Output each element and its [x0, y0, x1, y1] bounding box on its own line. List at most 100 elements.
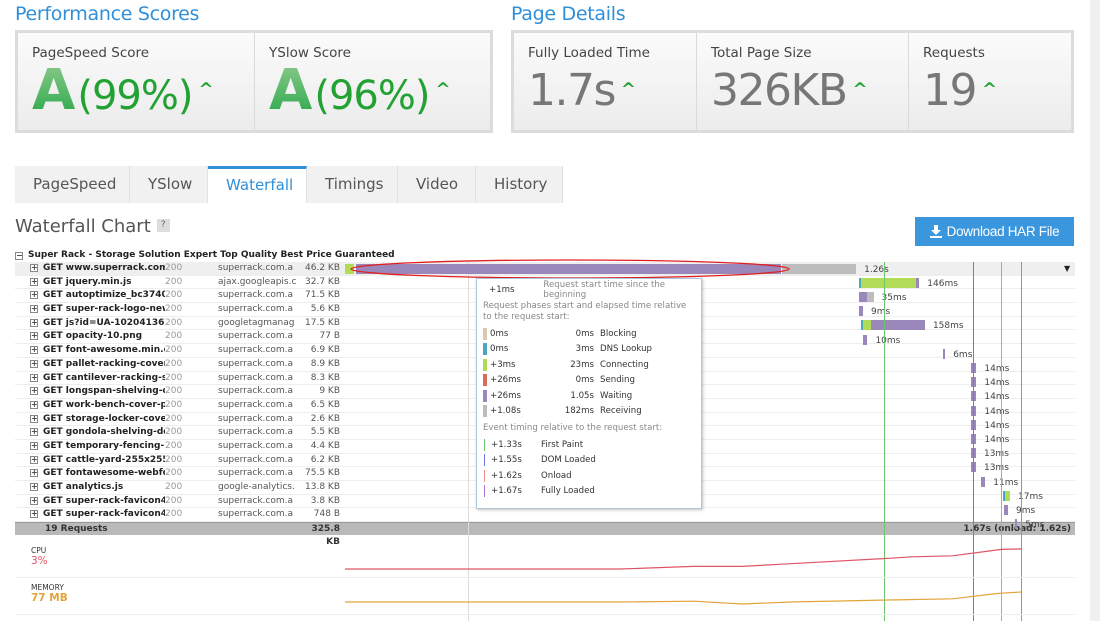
event-time: +1.67s [491, 486, 522, 497]
request-url[interactable]: + GET fontawesome-webfont.w [15, 467, 165, 480]
expand-icon[interactable]: + [30, 483, 38, 491]
request-size: 71.5 KB [305, 290, 340, 301]
tab-yslow[interactable]: YSlow [130, 166, 208, 203]
expand-icon[interactable]: + [30, 373, 38, 382]
pagespeed-grade: A [32, 58, 76, 123]
request-url[interactable]: + GET super-rack-favicon4-32x [15, 508, 165, 521]
tooltip-event-row: +1.62s Onload [483, 468, 695, 484]
request-url[interactable]: + GET work-bench-cover-pic.jp [15, 399, 165, 412]
expand-icon[interactable]: + [30, 414, 38, 423]
totals-row: 19 Requests 325.8 KB 1.67s (onload: 1.62… [15, 522, 1075, 548]
request-url[interactable]: + GET www.superrack.com.au [15, 262, 165, 275]
request-size: 46.2 KB [305, 263, 340, 273]
yslow-score-card: YSlow Score A (96%) ^ [255, 33, 490, 130]
request-url[interactable]: + GET js?id=UA-102041368-1 [15, 317, 165, 330]
expand-icon[interactable]: + [30, 428, 38, 437]
request-domain: superrack.com.a [218, 509, 294, 520]
tab-pagespeed[interactable]: PageSpeed [15, 166, 130, 203]
tab-timings[interactable]: Timings [307, 166, 398, 203]
request-url[interactable]: + GET opacity-10.png [15, 330, 165, 343]
request-url[interactable]: + GET super-rack-logo-new.jpg [15, 303, 165, 316]
expand-icon[interactable]: + [30, 264, 38, 272]
request-url-text: GET gondola-shelving-double [43, 427, 165, 438]
phase-start: +3ms [490, 359, 516, 370]
expand-icon[interactable]: + [30, 455, 38, 464]
tab-history[interactable]: History [476, 166, 563, 203]
total-size: 325.8 KB [311, 524, 340, 548]
request-url-text: GET temporary-fencing-pane [43, 440, 165, 451]
request-domain: superrack.com.a [218, 304, 294, 315]
event-name: Onload [541, 470, 572, 481]
expand-icon[interactable]: + [30, 496, 38, 505]
request-url[interactable]: + GET super-rack-favicon4-192 [15, 495, 165, 508]
request-url[interactable]: + GET pallet-racking-cover-pic. [15, 358, 165, 371]
tooltip-event-row: +1.55s DOM Loaded [483, 453, 695, 469]
expand-icon[interactable]: + [30, 400, 38, 409]
phase-duration: 182ms [564, 406, 594, 417]
request-size: 4.4 KB [310, 440, 340, 451]
waterfall-title-text: Waterfall Chart [15, 216, 151, 237]
page-scrollbar[interactable] [1090, 0, 1100, 621]
download-har-button[interactable]: Download HAR File [915, 217, 1074, 246]
request-url-text: GET longspan-shelving-cover [43, 386, 165, 397]
tooltip-phase-row: +1.08s 182ms Receiving [483, 404, 695, 420]
request-url[interactable]: + GET temporary-fencing-pane [15, 440, 165, 453]
performance-scores-panel: PageSpeed Score A (99%) ^ YSlow Score A … [15, 30, 493, 133]
request-status: 200 [165, 413, 183, 424]
request-status: 200 [165, 290, 183, 301]
page-title: Super Rack - Storage Solution Expert Top… [28, 250, 395, 260]
expand-icon[interactable]: + [30, 291, 38, 300]
tab-video[interactable]: Video [398, 166, 476, 203]
page-group-header[interactable]: − Super Rack - Storage Solution Expert T… [15, 249, 1075, 262]
expand-icon[interactable]: + [30, 346, 38, 355]
expand-icon[interactable]: + [30, 387, 38, 396]
collapse-icon[interactable]: − [15, 251, 23, 260]
expand-icon[interactable]: + [30, 441, 38, 450]
phase-name: Sending [600, 375, 635, 386]
request-status: 200 [165, 358, 183, 369]
request-url[interactable]: + GET jquery.min.js [15, 276, 165, 289]
request-url-text: GET super-rack-favicon4-32x [43, 509, 165, 520]
request-url-text: GET analytics.js [43, 482, 124, 492]
request-size: 8.3 KB [310, 372, 340, 383]
request-status: 200 [165, 372, 183, 383]
request-status: 200 [165, 386, 183, 397]
expand-icon[interactable]: + [30, 318, 38, 327]
phase-duration: 3ms [575, 344, 594, 355]
phase-name: Blocking [600, 328, 637, 339]
request-size: 8.9 KB [310, 358, 340, 369]
event-time: +1.33s [491, 439, 522, 450]
requests-value: 19 [923, 65, 978, 116]
expand-icon[interactable]: + [30, 305, 38, 314]
help-icon[interactable]: ? [156, 218, 170, 232]
download-icon [929, 225, 942, 238]
expand-icon[interactable]: + [30, 332, 38, 341]
phase-duration: 23ms [570, 359, 594, 370]
request-status: 200 [165, 345, 183, 356]
request-domain: superrack.com.a [218, 454, 294, 465]
performance-scores-title: Performance Scores [15, 3, 200, 25]
request-size: 748 B [313, 509, 340, 520]
tooltip-phase-row: 0ms 0ms Blocking [483, 326, 695, 342]
expand-icon[interactable]: + [30, 510, 38, 519]
request-url[interactable]: + GET autoptimize_bc3740da5 [15, 289, 165, 302]
request-url[interactable]: + GET cattle-yard-255x255.jpg [15, 454, 165, 467]
request-url[interactable]: + GET font-awesome.min.css [15, 344, 165, 357]
request-row[interactable]: + GET super-rack-favicon4-32x200 superrack… [15, 508, 1075, 523]
request-url[interactable]: + GET storage-locker-cover-pic [15, 413, 165, 426]
event-color-marker [484, 485, 485, 498]
request-url[interactable]: + GET analytics.js [15, 481, 165, 494]
expand-icon[interactable]: + [30, 359, 38, 368]
phase-start: +1.08s [490, 406, 521, 417]
memory-value: 77 MB [31, 592, 68, 604]
expand-icon[interactable]: + [30, 277, 38, 286]
request-size: 6.5 KB [310, 399, 340, 410]
request-row[interactable]: + GET www.superrack.com.au200 superrack.co… [15, 262, 1075, 276]
request-size: 5.5 KB [310, 427, 340, 438]
request-url[interactable]: + GET longspan-shelving-cover [15, 385, 165, 398]
tab-waterfall[interactable]: Waterfall [208, 166, 307, 203]
expand-icon[interactable]: + [30, 469, 38, 478]
row-dropdown-icon[interactable]: ▼ [1064, 264, 1070, 273]
request-url[interactable]: + GET gondola-shelving-double [15, 426, 165, 439]
request-url[interactable]: + GET cantilever-racking-syste [15, 372, 165, 385]
